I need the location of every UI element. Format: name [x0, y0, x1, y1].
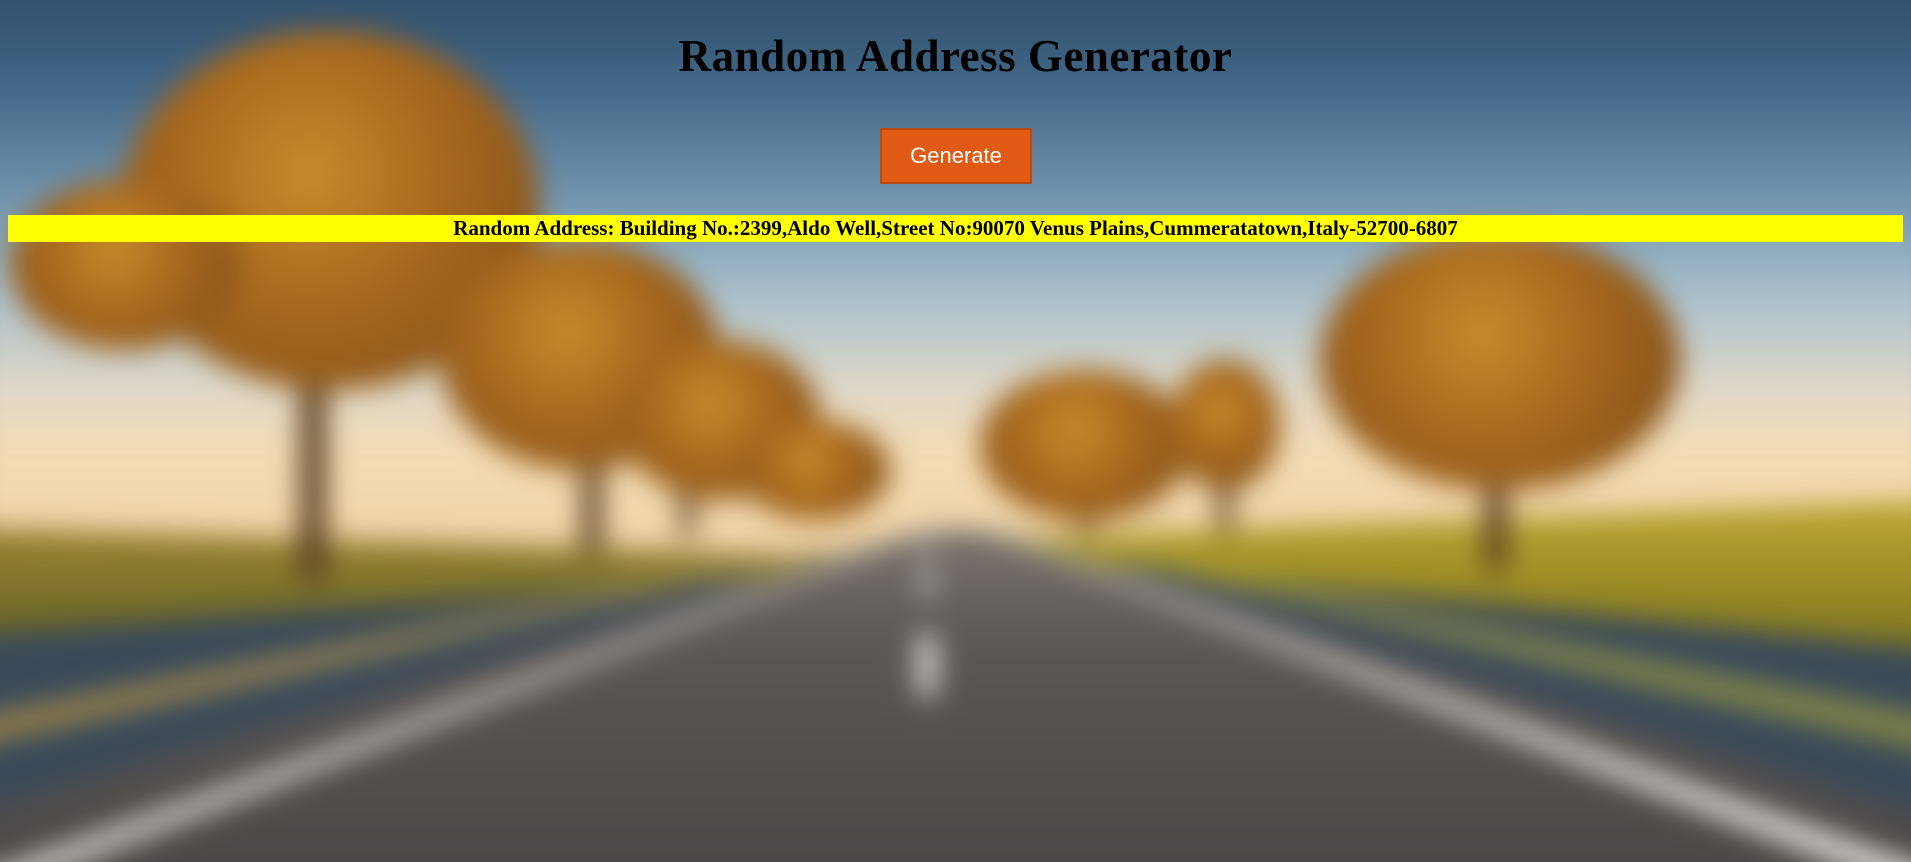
random-address-banner: Random Address: Building No.:2399,Aldo W… — [8, 215, 1903, 242]
generate-button[interactable]: Generate — [880, 128, 1032, 184]
page: Random Address Generator Generate Random… — [0, 0, 1911, 862]
random-address-label: Random Address: — [453, 216, 620, 240]
page-title: Random Address Generator — [678, 31, 1233, 81]
random-address-value: Building No.:2399,Aldo Well,Street No:90… — [619, 216, 1458, 240]
